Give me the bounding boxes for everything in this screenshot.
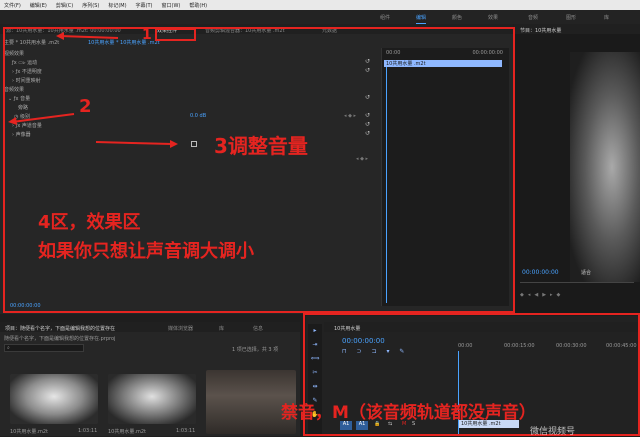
arrow-head-1 <box>56 32 64 40</box>
annotation-arrows <box>8 32 178 148</box>
arrow-head-3 <box>170 140 178 148</box>
arrow-head-2 <box>8 117 17 125</box>
